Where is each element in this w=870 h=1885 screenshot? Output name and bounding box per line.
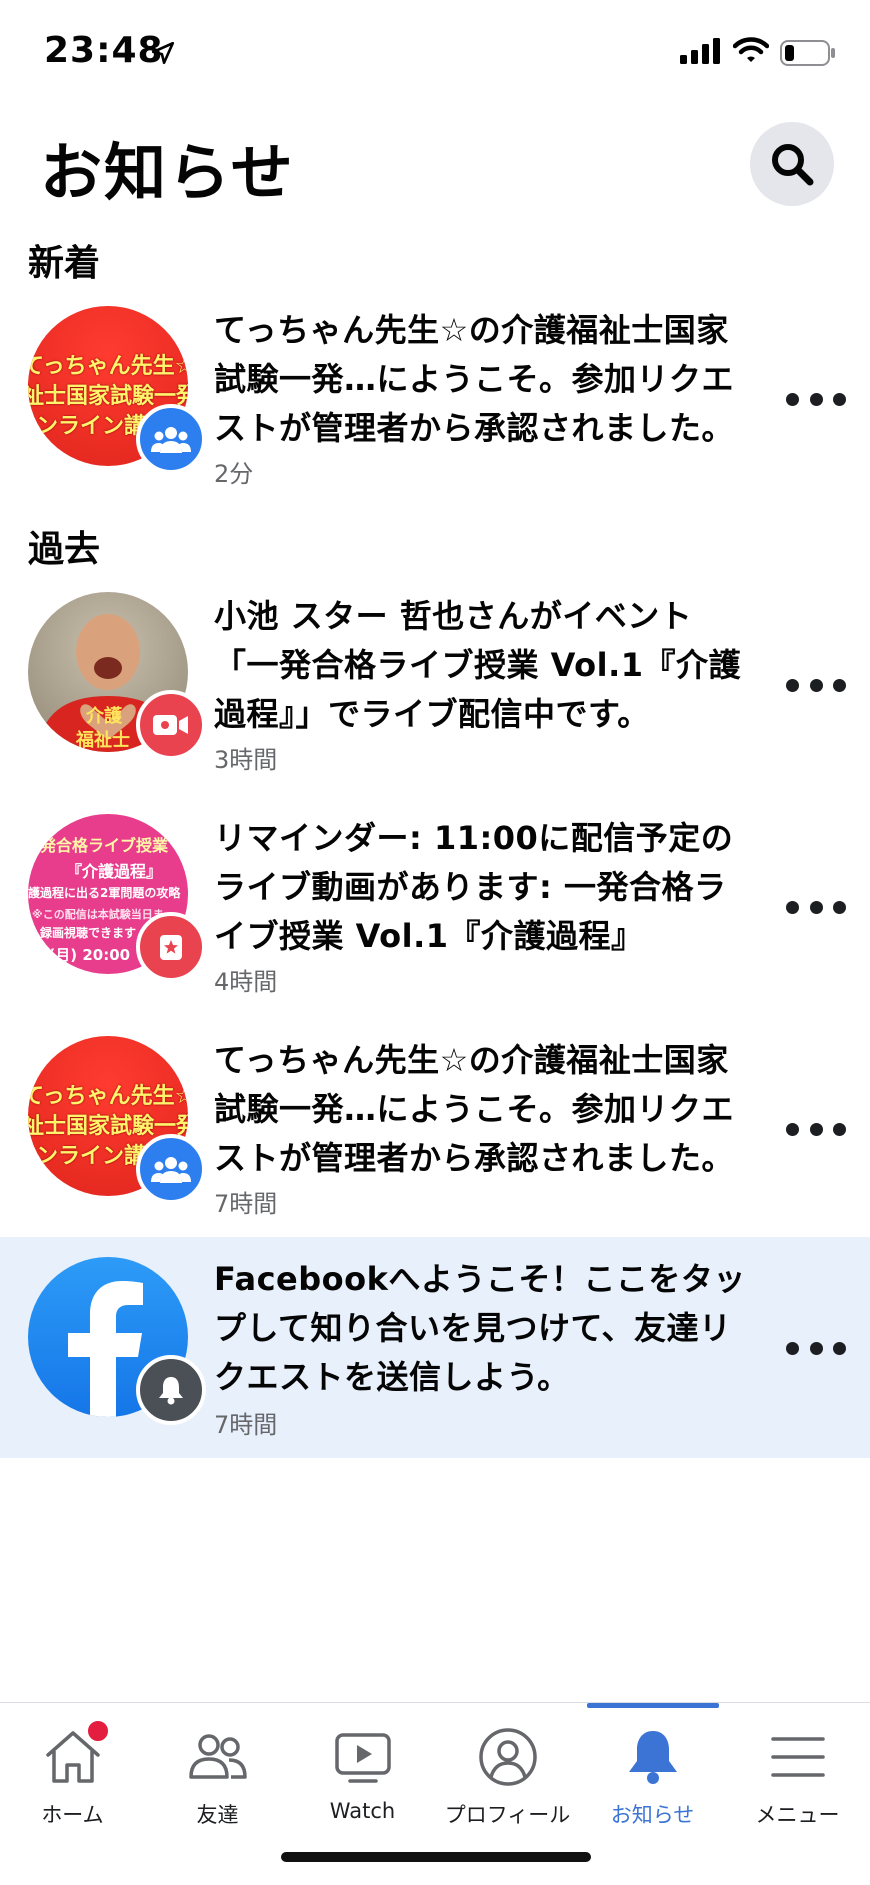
notification-time: 7時間 [214,1411,278,1439]
notification-text: 小池 スター 哲也さんがイベント「一発合格ライブ授業 Vol.1『介護過程』」で… [214,597,742,733]
notification-avatar [28,1257,206,1425]
watch-icon [334,1733,391,1783]
notification-item[interactable]: てっちゃん先生☆ 祉士国家試験一発 ンライン講座 てっちゃん先生☆の介護福祉士国… [0,1026,870,1226]
home-indicator[interactable] [281,1852,591,1862]
cellular-signal-icon [680,38,720,64]
battery-icon [780,40,835,66]
section-new-label: 新着 [28,243,101,284]
page-title: お知らせ [40,136,295,209]
tab-label: お知らせ [610,1803,695,1827]
notification-time: 4時間 [214,968,278,996]
tab-label: ホーム [41,1803,104,1827]
notification-text: リマインダー: 11:00に配信予定のライブ動画があります: 一発合格ライブ授業… [214,819,734,955]
notification-time: 7時間 [214,1190,278,1218]
tab-label: 友達 [196,1803,239,1827]
more-options-button[interactable] [786,1333,846,1363]
notification-text: てっちゃん先生☆の介護福祉士国家試験一発…にようこそ。参加リクエストが管理者から… [214,1041,735,1177]
notification-item[interactable]: てっちゃん先生☆ 祉士国家試験一発 ンライン講座 てっちゃん先生☆の介護福祉士国… [0,296,870,496]
profile-icon [478,1728,537,1786]
wifi-icon [733,37,769,62]
more-options-button[interactable] [786,892,846,922]
reminder-badge-icon [136,912,206,982]
location-arrow-icon [151,41,175,65]
bell-badge-icon [136,1355,206,1425]
thumbnail-text: てっちゃん先生☆ [28,354,188,379]
thumbnail-text: 6(月) 20:00 [38,946,131,964]
notification-time: 3時間 [214,746,278,774]
thumbnail-text: 一発合格ライブ授業 V [28,836,186,855]
notification-avatar: 一発合格ライブ授業 V 『介護過程』 護過程に出る2軍問題の攻略 ※この配信は本… [28,814,206,982]
tab-watch[interactable]: Watch [290,1703,435,1843]
tab-label: プロフィール [444,1803,571,1827]
status-time: 23:48 [44,30,164,71]
notification-text: Facebookへようこそ！ここをタップして知り合いを見つけて、友達リクエストを… [214,1260,746,1396]
tab-notifications[interactable]: お知らせ [580,1703,725,1843]
tab-profile[interactable]: プロフィール [435,1703,580,1843]
group-badge-icon [136,1134,206,1204]
tab-label: メニュー [755,1803,840,1827]
friends-icon [188,1734,247,1779]
notification-text: てっちゃん先生☆の介護福祉士国家試験一発…にようこそ。参加リクエストが管理者から… [214,311,735,447]
more-options-button[interactable] [786,1114,846,1144]
section-past-label: 過去 [28,529,101,570]
thumbnail-text: 護過程に出る2軍問題の攻略 [28,886,181,900]
tab-home[interactable]: ホーム [0,1703,145,1843]
notification-avatar: てっちゃん先生☆ 祉士国家試験一発 ンライン講座 [28,306,206,474]
search-icon [772,144,814,186]
tab-label: Watch [329,1799,396,1823]
bell-icon [628,1731,677,1784]
notification-item[interactable]: 介護 福祉士 小池 スター 哲也さんがイベント「一発合格ライブ授業 Vol.1『… [0,582,870,782]
notification-avatar: 介護 福祉士 [28,592,206,760]
search-button[interactable] [750,122,834,206]
tab-friends[interactable]: 友達 [145,1703,290,1843]
more-options-button[interactable] [786,384,846,414]
group-badge-icon [136,404,206,474]
tab-menu[interactable]: メニュー [725,1703,870,1843]
notification-item[interactable]: 一発合格ライブ授業 V 『介護過程』 護過程に出る2軍問題の攻略 ※この配信は本… [0,804,870,1004]
thumbnail-text: 『介護過程』 [66,862,163,881]
thumbnail-text: てっちゃん先生☆ [28,1084,188,1109]
live-video-badge-icon [136,690,206,760]
menu-icon [770,1737,825,1777]
thumbnail-text: 福祉士 [76,730,130,751]
notification-avatar: てっちゃん先生☆ 祉士国家試験一発 ンライン講座 [28,1036,206,1204]
notification-time: 2分 [214,460,254,488]
notification-dot [86,1719,110,1743]
thumbnail-text: ※この配信は本試験当日ま [32,908,164,921]
more-options-button[interactable] [786,670,846,700]
thumbnail-text: 録画視聴できます [40,926,137,940]
status-bar: 23:48 [0,0,870,110]
notification-item[interactable]: Facebookへようこそ！ここをタップして知り合いを見つけて、友達リクエストを… [0,1237,870,1458]
thumbnail-text: 介護 [86,706,122,727]
